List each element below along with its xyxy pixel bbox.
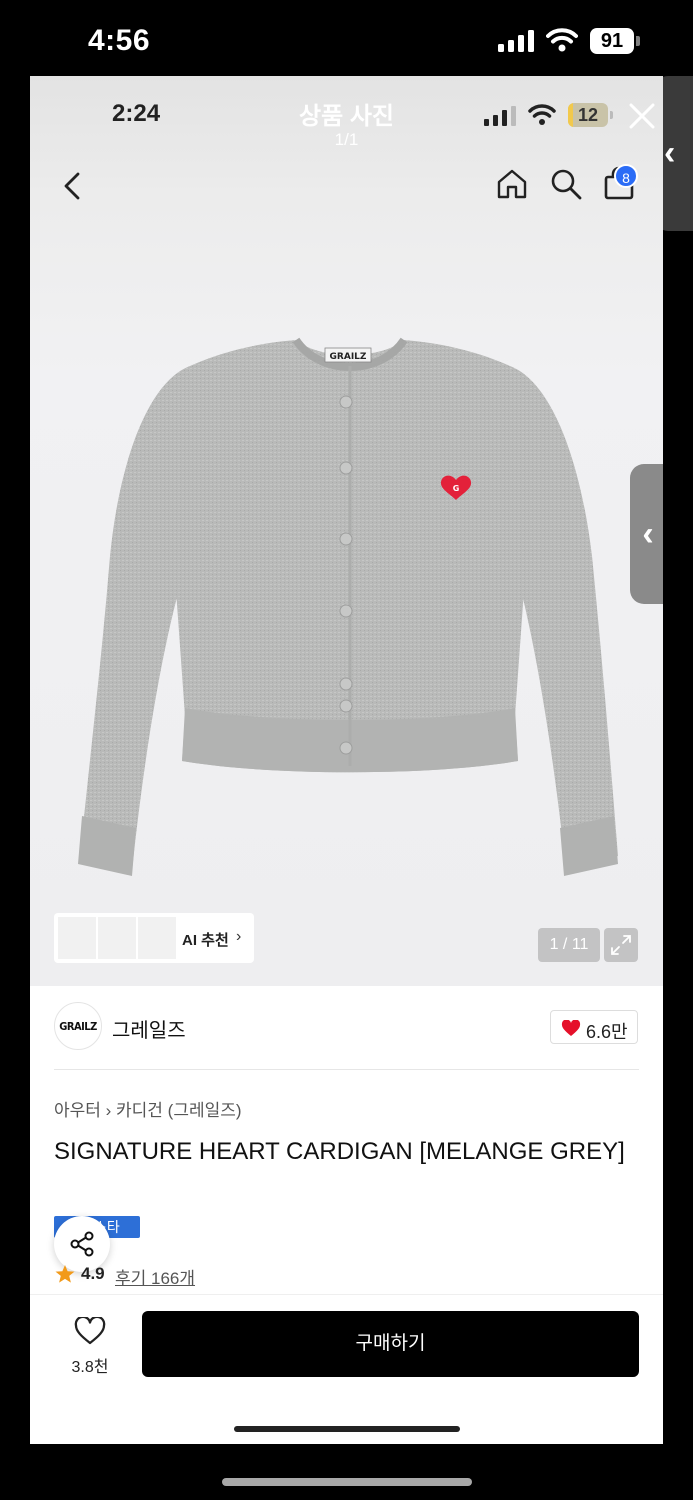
app-screenshot: 2:24 상품 사진 1/1 12 8 GRAILZ G AI 추천 › 1 /… <box>30 76 663 1444</box>
close-icon[interactable] <box>628 102 656 130</box>
neck-tag-text: GRAILZ <box>330 352 367 362</box>
brand-logo[interactable]: GRAILZ <box>54 1002 102 1050</box>
home-indicator[interactable] <box>222 1478 472 1486</box>
rating-value: 4.9 <box>81 1264 105 1283</box>
product-photo-area: 2:24 상품 사진 1/1 12 8 GRAILZ G AI 추천 › 1 /… <box>30 76 663 986</box>
product-image[interactable]: GRAILZ G <box>70 336 630 896</box>
brand-name[interactable]: 그레일즈 <box>112 1014 186 1043</box>
heart-filled-icon <box>561 1020 581 1036</box>
heart-outline-icon <box>74 1317 106 1345</box>
viewer-count: 1/1 <box>334 130 359 149</box>
thumbnail-2[interactable] <box>98 917 136 959</box>
brand-like-count: 6.6만 <box>586 1022 628 1042</box>
ai-recommend-card[interactable]: AI 추천 › <box>54 913 254 963</box>
chevron-right-icon: › <box>236 928 242 945</box>
wishlist-count: 3.8천 <box>71 1359 109 1376</box>
battery-level: 91 <box>590 28 634 54</box>
cellular-signal-icon <box>498 30 534 52</box>
side-handle[interactable]: ‹ <box>630 464 663 604</box>
share-icon <box>70 1231 94 1257</box>
product-title: SIGNATURE HEART CARDIGAN [MELANGE GREY] <box>54 1138 625 1165</box>
brand-row: GRAILZ 그레일즈 6.6만 <box>30 986 663 1070</box>
inner-signal-icon <box>484 106 516 126</box>
search-icon[interactable] <box>550 168 582 200</box>
inner-battery-icon: 12 <box>568 103 614 127</box>
brand-like-button[interactable]: 6.6만 <box>550 1010 638 1044</box>
inner-wifi-icon <box>528 104 556 125</box>
buy-button[interactable]: 구매하기 <box>142 1311 639 1377</box>
home-icon[interactable] <box>496 168 528 200</box>
svg-text:G: G <box>453 484 460 493</box>
cart-count-badge: 8 <box>614 164 638 188</box>
thumbnail-1[interactable] <box>58 917 96 959</box>
divider <box>54 1069 639 1070</box>
thumbnail-3[interactable] <box>138 917 176 959</box>
image-page-indicator: 1 / 11 <box>538 928 600 962</box>
outer-status-bar: 4:56 91 <box>0 0 693 76</box>
inner-battery-level: 12 <box>577 105 599 125</box>
wifi-icon <box>546 28 578 52</box>
outer-time: 4:56 <box>88 24 151 57</box>
star-icon <box>55 1265 75 1283</box>
expand-icon[interactable] <box>604 928 638 962</box>
bottom-action-bar: 3.8천 구매하기 <box>30 1294 663 1444</box>
ai-recommend-label: AI 추천 <box>182 932 229 949</box>
back-button[interactable] <box>60 170 86 202</box>
breadcrumb[interactable]: 아우터 › 카디건 (그레일즈) <box>54 1096 242 1121</box>
review-count-link[interactable]: 후기 166개 <box>115 1264 195 1289</box>
battery-icon: 91 <box>590 28 640 54</box>
wishlist-button[interactable]: 3.8천 <box>54 1317 126 1377</box>
inner-home-indicator <box>234 1426 460 1432</box>
